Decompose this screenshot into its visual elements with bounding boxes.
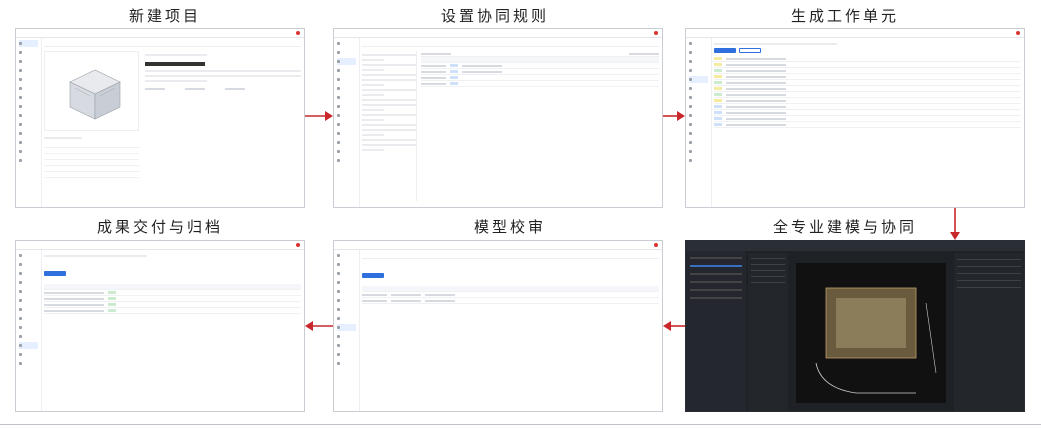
step-title-new-project: 新建项目 <box>128 7 201 25</box>
screenshot-model-review: ​​ <box>333 240 663 412</box>
screenshot-work-units <box>685 28 1025 208</box>
screenshot-new-project: ​​​ <box>15 28 305 208</box>
screenshot-collab-rules: ​​​ <box>333 28 663 208</box>
step-title-work-units: 生成工作单元 <box>790 7 899 25</box>
step-title-delivery: 成果交付与归档 <box>96 218 223 236</box>
floor-plan-canvas <box>815 287 937 394</box>
building-model-thumbnail <box>69 69 121 120</box>
step-title-model-review: 模型校审 <box>473 218 546 236</box>
screenshot-modeling <box>685 240 1025 412</box>
arrow-step3-to-step4 <box>950 208 960 240</box>
arrow-step4-to-step5 <box>663 321 685 331</box>
step-title-collab-rules: 设置协同规则 <box>440 7 549 25</box>
arrow-step2-to-step3 <box>663 111 685 121</box>
screenshot-delivery <box>15 240 305 412</box>
arrow-step1-to-step2 <box>305 111 333 121</box>
arrow-step5-to-step6 <box>305 321 333 331</box>
step-title-modeling: 全专业建模与协同 <box>772 218 917 236</box>
bottom-rule <box>0 424 1041 425</box>
